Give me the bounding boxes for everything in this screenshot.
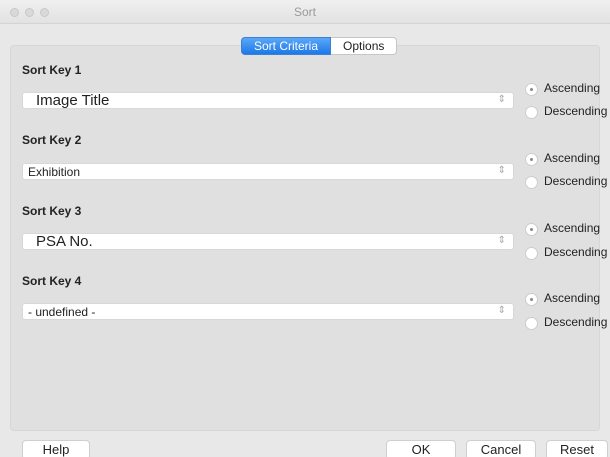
- up-down-chevron-icon: ⇕: [497, 305, 506, 316]
- cancel-button[interactable]: Cancel: [466, 440, 536, 457]
- window-title: Sort: [293, 5, 316, 19]
- radio-unselected-icon: [525, 106, 538, 119]
- descending-label: Descending: [544, 245, 608, 259]
- radio-unselected-icon: [525, 176, 538, 189]
- reset-button[interactable]: Reset: [546, 440, 608, 457]
- radio-selected-icon: [525, 293, 538, 306]
- tab-bar: Sort Criteria Options: [241, 37, 398, 55]
- sort-key-4-label: Sort Key 4: [22, 274, 82, 288]
- radio-selected-icon: [525, 153, 538, 166]
- sort-key-4-value: - undefined -: [28, 305, 96, 319]
- ok-button[interactable]: OK: [386, 440, 456, 457]
- sort-key-1-select[interactable]: Image Title ⇕: [22, 92, 514, 109]
- tab-sort-criteria[interactable]: Sort Criteria: [241, 37, 332, 55]
- sort-key-2-value: Exhibition: [28, 165, 81, 179]
- sort-key-2-select[interactable]: Exhibition ⇕: [22, 163, 514, 180]
- sort-key-3-value: PSA No.: [36, 233, 93, 250]
- radio-selected-icon: [525, 223, 538, 236]
- sort-key-3-label: Sort Key 3: [22, 204, 82, 218]
- ascending-label: Ascending: [544, 81, 601, 95]
- sort-key-2-label: Sort Key 2: [22, 133, 82, 147]
- sort-key-4-select[interactable]: - undefined - ⇕: [22, 303, 514, 320]
- sort-key-1-value: Image Title: [36, 92, 110, 109]
- ascending-label: Ascending: [544, 221, 601, 235]
- radio-unselected-icon: [525, 317, 538, 330]
- up-down-chevron-icon: ⇕: [497, 235, 506, 246]
- sort-key-3-select[interactable]: PSA No. ⇕: [22, 233, 514, 250]
- up-down-chevron-icon: ⇕: [497, 94, 506, 105]
- tab-options[interactable]: Options: [331, 37, 398, 55]
- radio-unselected-icon: [525, 247, 538, 260]
- sort-key-1-label: Sort Key 1: [22, 63, 82, 77]
- help-button[interactable]: Help: [22, 440, 90, 457]
- ascending-label: Ascending: [544, 291, 601, 305]
- descending-label: Descending: [544, 104, 608, 118]
- descending-label: Descending: [544, 174, 608, 188]
- up-down-chevron-icon: ⇕: [497, 165, 506, 176]
- radio-selected-icon: [525, 83, 538, 96]
- title-bar: Sort: [0, 0, 610, 24]
- ascending-label: Ascending: [544, 151, 601, 165]
- descending-label: Descending: [544, 315, 608, 329]
